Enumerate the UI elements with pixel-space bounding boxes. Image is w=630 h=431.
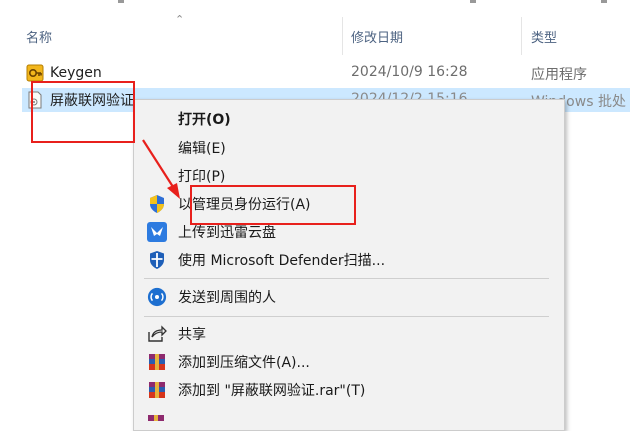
annotation-arrow — [142, 139, 180, 199]
